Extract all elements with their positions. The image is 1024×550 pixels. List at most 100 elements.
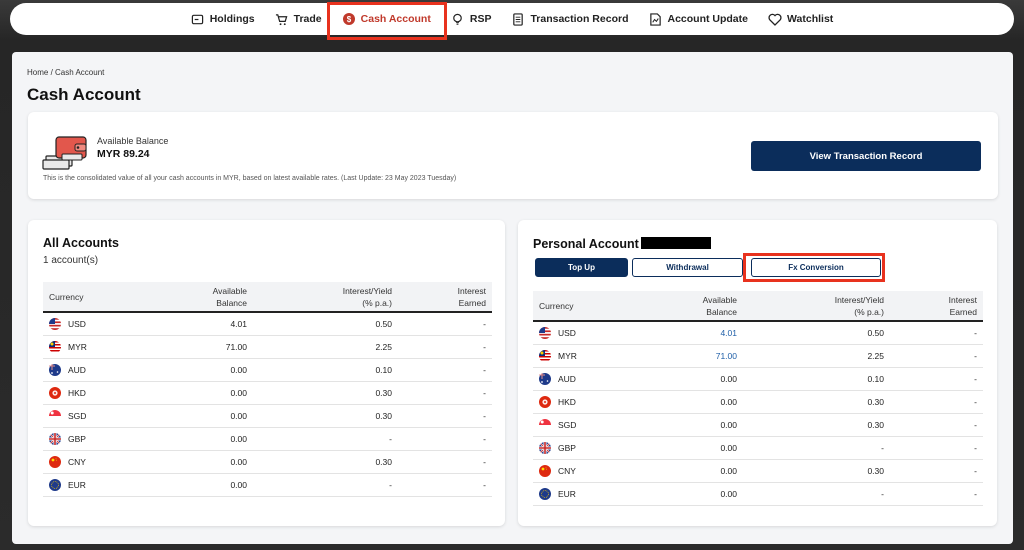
currency-cell: EUR (43, 473, 153, 497)
all-accounts-title: All Accounts (43, 236, 119, 250)
table-row: USD 4.01 0.50- (43, 312, 492, 336)
header-currency: Currency (43, 282, 153, 313)
cny-flag-icon (49, 456, 61, 468)
document-icon (511, 12, 525, 26)
nav-account-update[interactable]: Account Update (638, 8, 758, 30)
nav-watchlist[interactable]: Watchlist (758, 8, 843, 30)
interest-yield-cell: - (253, 473, 398, 497)
interest-yield-cell: - (253, 427, 398, 451)
currency-code: AUD (68, 365, 86, 375)
interest-earned-cell: - (398, 312, 492, 336)
currency-code: MYR (68, 342, 87, 352)
usd-flag-icon (539, 327, 551, 339)
table-row: USD 4.01 0.50- (533, 321, 983, 345)
currency-cell: EUR (533, 482, 643, 506)
redacted-account-number (640, 237, 711, 249)
withdrawal-tab[interactable]: Withdrawal (632, 258, 743, 277)
fx-conversion-tab[interactable]: Fx Conversion (751, 258, 881, 277)
eur-flag-icon (539, 488, 551, 500)
top-up-tab[interactable]: Top Up (535, 258, 628, 277)
heart-icon (768, 12, 782, 26)
currency-cell: MYR (43, 335, 153, 359)
myr-flag-icon (539, 350, 551, 362)
currency-code: EUR (68, 480, 86, 490)
top-navigation: Holdings Trade $ Cash Account RSP Transa… (10, 2, 1014, 40)
table-header-row: Currency Available Balance Interest/Yield… (43, 282, 492, 313)
table-row: MYR 71.00 2.25- (43, 335, 492, 359)
interest-earned-cell: - (890, 459, 983, 483)
all-accounts-card: All Accounts 1 account(s) Currency Avail… (28, 220, 505, 526)
myr-flag-icon (49, 341, 61, 353)
nav-rsp[interactable]: RSP (441, 8, 502, 30)
currency-cell: CNY (533, 459, 643, 483)
interest-earned-cell: - (890, 367, 983, 391)
header-interest-yield: Interest/Yield (% p.a.) (253, 282, 398, 313)
table-row: GBP 0.00- - (43, 427, 492, 451)
personal-account-table: Currency Available Balance Interest/Yield… (533, 291, 983, 506)
table-row: SGD 0.00 0.30- (43, 404, 492, 428)
currency-cell: SGD (533, 413, 643, 437)
view-transaction-record-button[interactable]: View Transaction Record (751, 141, 981, 171)
interest-earned-cell: - (890, 344, 983, 368)
cny-flag-icon (539, 465, 551, 477)
interest-earned-cell: - (398, 358, 492, 382)
interest-earned-cell: - (398, 404, 492, 428)
interest-yield-cell: 2.25 (743, 344, 890, 368)
currency-cell: HKD (533, 390, 643, 414)
hkd-flag-icon (539, 396, 551, 408)
eur-flag-icon (49, 479, 61, 491)
usd-flag-icon (49, 318, 61, 330)
personal-account-title: Personal Account (533, 237, 711, 251)
sgd-flag-icon (539, 419, 551, 431)
currency-code: USD (68, 319, 86, 329)
currency-code: MYR (558, 351, 577, 361)
fx-conversion-highlight: Fx Conversion (743, 253, 885, 282)
currency-cell: MYR (533, 344, 643, 368)
currency-cell: USD (533, 321, 643, 345)
interest-yield-cell: 0.50 (253, 312, 398, 336)
header-interest-yield: Interest/Yield (% p.a.) (743, 291, 890, 322)
aud-flag-icon (539, 373, 551, 385)
interest-earned-cell: - (890, 482, 983, 506)
interest-earned-cell: - (398, 473, 492, 497)
bulb-icon (451, 12, 465, 26)
currency-code: HKD (558, 397, 576, 407)
nav-transaction-record-label: Transaction Record (530, 13, 629, 25)
currency-cell: AUD (43, 358, 153, 382)
currency-cell: AUD (533, 367, 643, 391)
table-row: HKD 0.00 0.30- (43, 381, 492, 405)
available-balance-cell: 0.00 (643, 413, 743, 437)
interest-yield-cell: - (743, 436, 890, 460)
balance-card: Available Balance MYR 89.24 This is the … (28, 112, 998, 199)
table-row: AUD 0.00 0.10- (43, 358, 492, 382)
interest-yield-cell: 0.30 (743, 413, 890, 437)
sgd-flag-icon (49, 410, 61, 422)
header-interest-earned: Interest Earned (890, 291, 983, 322)
chart-file-icon (648, 12, 662, 26)
available-balance-cell: 0.00 (153, 381, 253, 405)
table-row: AUD 0.00 0.10- (533, 367, 983, 391)
interest-yield-cell: 0.30 (253, 381, 398, 405)
nav-rsp-label: RSP (469, 13, 492, 25)
interest-yield-cell: - (743, 482, 890, 506)
table-row: EUR 0.00- - (43, 473, 492, 497)
balance-note: This is the consolidated value of all yo… (43, 175, 457, 182)
nav-trade[interactable]: Trade (265, 8, 332, 30)
gbp-flag-icon (49, 433, 61, 445)
nav-cash-account[interactable]: $ Cash Account (326, 2, 448, 40)
available-balance-cell: 0.00 (643, 367, 743, 391)
available-balance-cell[interactable]: 71.00 (643, 344, 743, 368)
currency-code: HKD (68, 388, 86, 398)
breadcrumb-home[interactable]: Home (27, 68, 48, 77)
available-balance-cell: 71.00 (153, 335, 253, 359)
nav-watchlist-label: Watchlist (787, 13, 834, 25)
nav-cash-account-label: Cash Account (360, 13, 431, 25)
nav-holdings[interactable]: Holdings (181, 8, 265, 30)
currency-code: CNY (558, 466, 576, 476)
nav-transaction-record[interactable]: Transaction Record (501, 8, 638, 30)
available-balance-cell[interactable]: 4.01 (643, 321, 743, 345)
interest-earned-cell: - (890, 413, 983, 437)
currency-code: EUR (558, 489, 576, 499)
interest-yield-cell: 2.25 (253, 335, 398, 359)
interest-yield-cell: 0.30 (253, 450, 398, 474)
